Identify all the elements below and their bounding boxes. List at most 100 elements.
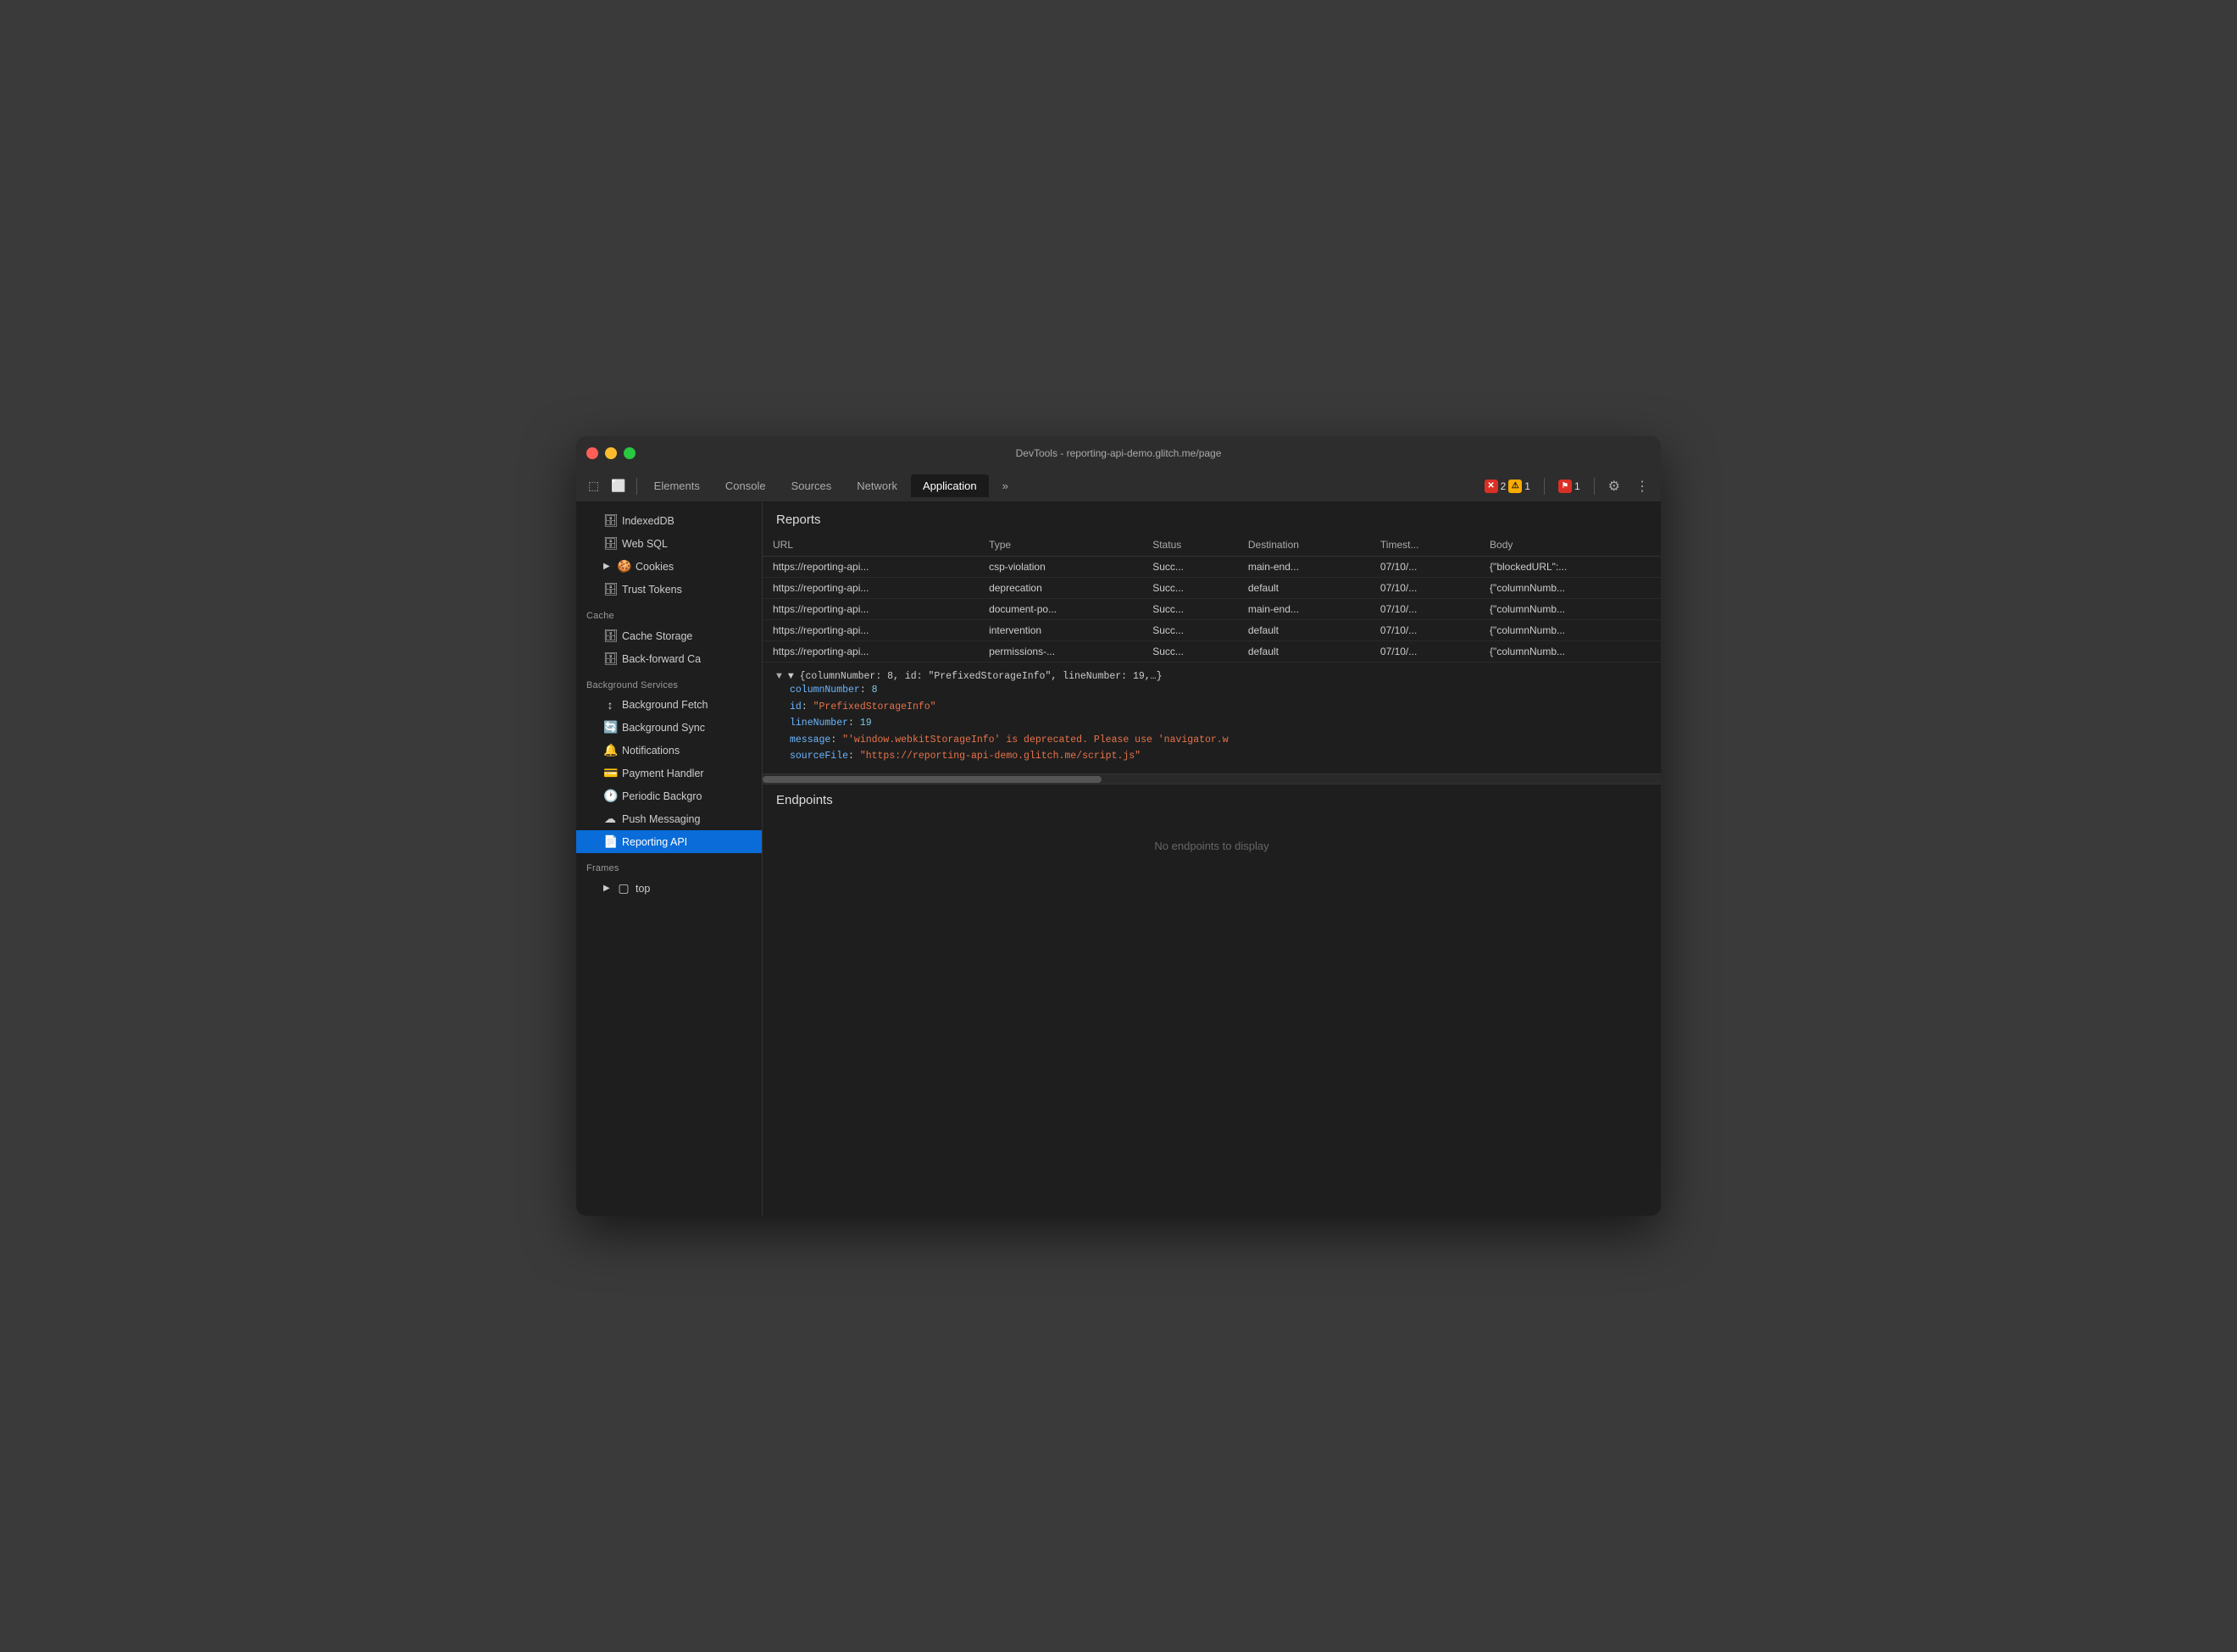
tab-separator [636,478,637,495]
error-count-badge[interactable]: ✕ 2 ⚠ 1 [1479,478,1535,495]
endpoints-section: Endpoints No endpoints to display [763,784,1661,878]
col-destination: Destination [1238,534,1370,557]
table-row[interactable]: https://reporting-api...csp-violationSuc… [763,557,1661,578]
col-url: URL [763,534,979,557]
cell-1-0: https://reporting-api... [763,578,979,599]
col-timestamp: Timest... [1370,534,1479,557]
cell-3-2: Succ... [1142,620,1238,641]
cell-0-3: main-end... [1238,557,1370,578]
sidebar-item-paymenthandler[interactable]: 💳 Payment Handler [576,762,762,784]
tab-bar: ⬚ ⬜ Elements Console Sources Network App… [576,470,1661,502]
sidebar-item-periodicbg[interactable]: 🕐 Periodic Backgro [576,784,762,807]
minimize-button[interactable] [605,447,617,459]
more-options-button[interactable]: ⋮ [1630,474,1654,498]
json-line-1: id: "PrefixedStorageInfo" [776,699,1647,716]
cell-0-1: csp-violation [979,557,1142,578]
table-row[interactable]: https://reporting-api...deprecationSucc.… [763,578,1661,599]
tab-application[interactable]: Application [911,474,989,497]
reports-table-container[interactable]: URL Type Status Destination Timest... Bo… [763,534,1661,662]
cell-4-1: permissions-... [979,641,1142,662]
close-button[interactable] [586,447,598,459]
right-panel: Reports URL Type Status Destination Time… [763,502,1661,1216]
periodicbg-icon: 🕐 [603,789,617,803]
sidebar-item-websql[interactable]: 🗄 Web SQL [576,532,762,555]
col-type: Type [979,534,1142,557]
cell-2-1: document-po... [979,599,1142,620]
sidebar-item-pushmessaging[interactable]: ☁ Push Messaging [576,807,762,830]
cell-2-4: 07/10/... [1370,599,1479,620]
tab-sources[interactable]: Sources [780,474,844,497]
title-bar: DevTools - reporting-api-demo.glitch.me/… [576,436,1661,470]
right-separator [1594,478,1595,495]
col-status: Status [1142,534,1238,557]
scrollbar-thumb[interactable] [763,776,1102,783]
sidebar-item-backforward[interactable]: 🗄 Back-forward Ca [576,647,762,670]
bgsync-icon: 🔄 [603,720,617,735]
json-value-4: "https://reporting-api-demo.glitch.me/sc… [860,751,1141,762]
sidebar-item-frames-top[interactable]: ▶ ▢ top [576,877,762,900]
json-line-0: columnNumber: 8 [776,682,1647,699]
error-icon: ✕ [1485,480,1498,493]
device-toolbar-button[interactable]: ⬜ [606,475,630,496]
json-key-1: id [790,701,802,712]
traffic-lights [586,447,636,459]
cell-3-5: {"columnNumb... [1479,620,1661,641]
sidebar-item-cachestorage[interactable]: 🗄 Cache Storage [576,624,762,647]
cell-2-0: https://reporting-api... [763,599,979,620]
no-endpoints-message: No endpoints to display [763,814,1661,878]
json-key-3: message [790,735,830,746]
table-row[interactable]: https://reporting-api...document-po...Su… [763,599,1661,620]
cell-2-3: main-end... [1238,599,1370,620]
cell-4-2: Succ... [1142,641,1238,662]
cookies-expand-arrow[interactable]: ▶ [603,562,612,571]
table-row[interactable]: https://reporting-api...interventionSucc… [763,620,1661,641]
warn-icon: ⚠ [1508,480,1522,493]
cookies-icon: 🍪 [617,559,630,574]
cachestorage-icon: 🗄 [603,629,617,643]
sidebar-item-notifications[interactable]: 🔔 Notifications [576,739,762,762]
json-key-4: sourceFile [790,751,848,762]
cell-3-3: default [1238,620,1370,641]
window-title: DevTools - reporting-api-demo.glitch.me/… [1016,447,1222,459]
sidebar-item-bgfetch[interactable]: ↕ Background Fetch [576,694,762,716]
cell-4-4: 07/10/... [1370,641,1479,662]
settings-button[interactable]: ⚙ [1603,474,1625,498]
tab-more[interactable]: » [991,474,1020,497]
json-detail: ▼ ▼ {columnNumber: 8, id: "PrefixedStora… [763,662,1661,773]
tab-network[interactable]: Network [845,474,909,497]
pushmessaging-icon: ☁ [603,812,617,826]
cell-3-4: 07/10/... [1370,620,1479,641]
report-icon: ⚑ [1558,480,1572,493]
json-value-1: "PrefixedStorageInfo" [813,701,936,712]
sidebar-item-reportingapi[interactable]: 📄 Reporting API [576,830,762,853]
cell-0-4: 07/10/... [1370,557,1479,578]
paymenthandler-icon: 💳 [603,766,617,780]
tab-console[interactable]: Console [713,474,778,497]
tab-right-actions: ✕ 2 ⚠ 1 ⚑ 1 ⚙ ⋮ [1479,474,1654,498]
sidebar-item-trusttokens[interactable]: 🗄 Trust Tokens [576,578,762,601]
cell-0-2: Succ... [1142,557,1238,578]
sidebar-item-cookies[interactable]: ▶ 🍪 Cookies [576,555,762,578]
endpoints-section-title: Endpoints [763,784,1661,814]
sidebar-item-indexeddb[interactable]: 🗄 IndexedDB [576,509,762,532]
element-picker-button[interactable]: ⬚ [583,475,604,496]
tab-elements[interactable]: Elements [642,474,712,497]
json-collapse-arrow[interactable]: ▼ [776,671,782,682]
frames-top-expand-arrow[interactable]: ▶ [603,884,612,893]
cell-1-5: {"columnNumb... [1479,578,1661,599]
json-line-4: sourceFile: "https://reporting-api-demo.… [776,748,1647,765]
json-key-0: columnNumber [790,685,860,696]
reports-section-title: Reports [763,502,1661,534]
maximize-button[interactable] [624,447,636,459]
cache-section-header: Cache [576,601,762,624]
report-count-badge[interactable]: ⚑ 1 [1553,478,1585,495]
cell-3-0: https://reporting-api... [763,620,979,641]
table-row[interactable]: https://reporting-api...permissions-...S… [763,641,1661,662]
frames-top-icon: ▢ [617,881,630,895]
json-value-3: "'window.webkitStorageInfo' is deprecate… [842,735,1228,746]
sidebar-item-bgsync[interactable]: 🔄 Background Sync [576,716,762,739]
horizontal-scrollbar[interactable] [763,773,1661,784]
indexeddb-icon: 🗄 [603,513,617,528]
backforward-icon: 🗄 [603,651,617,666]
json-key-2: lineNumber [790,718,848,729]
